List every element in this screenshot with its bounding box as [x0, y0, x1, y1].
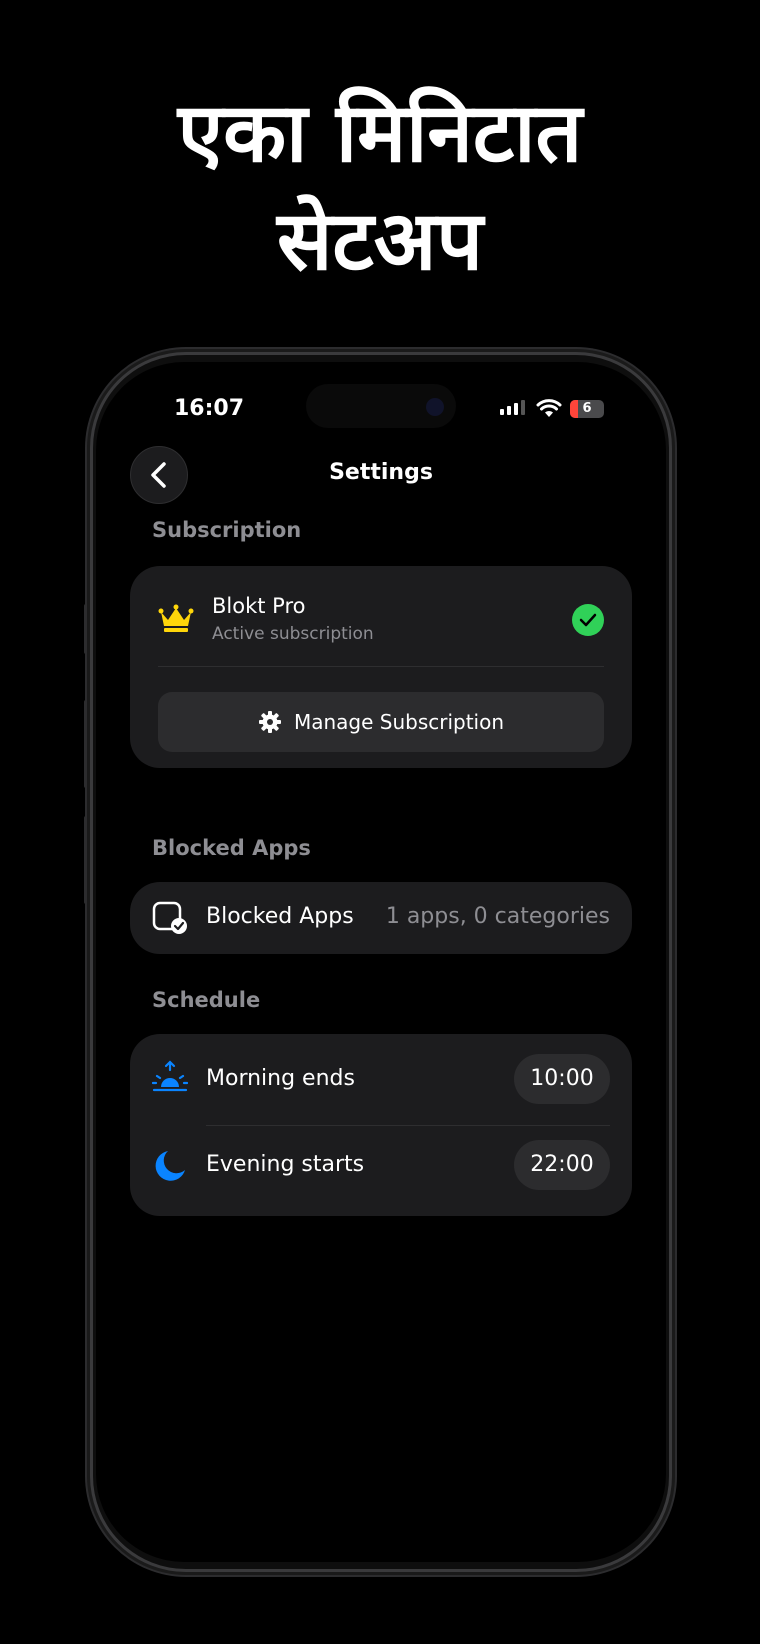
phone-volume-down-button: [84, 816, 89, 904]
gear-icon: [258, 711, 281, 733]
plan-status: Active subscription: [212, 624, 374, 644]
subscription-section-label: Subscription: [152, 518, 302, 542]
crown-icon: [158, 604, 194, 632]
evening-starts-time[interactable]: 22:00: [514, 1140, 610, 1190]
morning-ends-time[interactable]: 10:00: [514, 1054, 610, 1104]
wifi-icon: [536, 399, 562, 417]
battery-icon: 6: [570, 400, 604, 418]
manage-subscription-label: Manage Subscription: [293, 710, 505, 734]
blocked-apps-label: Blocked Apps: [206, 904, 354, 929]
phone-screen: 16:07 6 Settings Subscription Blokt Pro …: [96, 362, 666, 1562]
signal-icon: [500, 400, 525, 415]
checkmark-icon: [579, 613, 597, 627]
battery-level: 6: [582, 401, 592, 416]
schedule-divider: [206, 1125, 610, 1126]
subscription-card: Blokt Pro Active subscription Manage Sub…: [130, 566, 632, 768]
blocked-apps-count: 1 apps, 0 categories: [385, 904, 610, 929]
promo-headline: एका मिनिटात सेटअप: [0, 80, 760, 296]
blocked-apps-row[interactable]: Blocked Apps 1 apps, 0 categories: [130, 882, 632, 954]
phone-volume-up-button: [84, 700, 89, 788]
sunrise-icon: [152, 1060, 188, 1092]
phone-action-button: [84, 604, 89, 654]
moon-icon: [155, 1151, 185, 1181]
headline-line-1: एका मिनिटात: [177, 86, 583, 181]
manage-subscription-button[interactable]: Manage Subscription: [158, 692, 604, 752]
evening-starts-label: Evening starts: [206, 1152, 365, 1177]
page-title: Settings: [329, 460, 433, 485]
camera-icon: [426, 398, 444, 416]
app-check-icon: [152, 901, 187, 934]
morning-ends-label: Morning ends: [206, 1066, 355, 1091]
schedule-card: Morning ends 10:00 Evening starts 22:00: [130, 1034, 632, 1216]
active-check-icon: [572, 604, 604, 636]
headline-line-2: सेटअप: [277, 194, 483, 289]
card-divider: [158, 666, 604, 667]
plan-name: Blokt Pro: [212, 594, 306, 618]
status-time: 16:07: [174, 396, 245, 421]
blocked-apps-section-label: Blocked Apps: [152, 836, 311, 860]
schedule-section-label: Schedule: [152, 988, 261, 1012]
